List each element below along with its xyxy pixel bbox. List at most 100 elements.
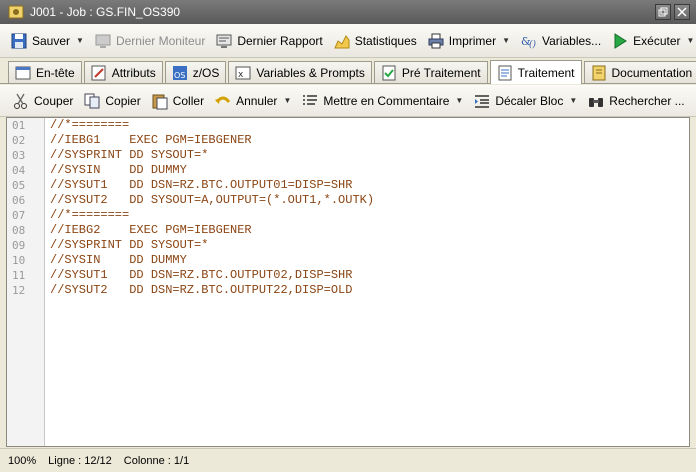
code-line[interactable]: //SYSIN DD DUMMY — [46, 163, 689, 178]
save-button[interactable]: Sauver ▼ — [6, 28, 88, 54]
paste-button[interactable]: Coller — [147, 88, 208, 114]
job-gear-icon — [8, 5, 24, 19]
comment-label: Mettre en Commentaire — [323, 93, 450, 108]
code-line[interactable]: //SYSUT2 DD SYSOUT=A,OUTPUT=(*.OUT1,*.OU… — [46, 193, 689, 208]
tab-zos[interactable]: OS z/OS — [164, 61, 227, 83]
code-line[interactable]: //SYSUT1 DD DSN=RZ.BTC.OUTPUT01=DISP=SHR — [46, 178, 689, 193]
variables-prompts-icon: x — [235, 66, 251, 80]
line-number: 04 — [12, 164, 26, 177]
variables-button[interactable]: &() Variables... — [516, 28, 605, 54]
code-line[interactable]: //*======== — [46, 208, 689, 223]
copy-label: Copier — [105, 93, 141, 108]
undo-button[interactable]: Annuler ▼ — [210, 88, 295, 114]
cut-button[interactable]: Couper — [8, 88, 77, 114]
process-icon — [498, 65, 512, 80]
code-line[interactable]: //SYSPRINT DD SYSOUT=* — [46, 238, 689, 253]
tab-header[interactable]: En-tête — [8, 61, 82, 83]
pre-process-icon — [382, 65, 396, 80]
statistics-icon — [333, 34, 350, 48]
monitor-icon — [95, 34, 111, 48]
chevron-down-icon[interactable]: ▼ — [687, 36, 695, 45]
copy-button[interactable]: Copier — [79, 88, 144, 114]
tab-pre-process-label: Pré Traitement — [401, 65, 481, 80]
chevron-down-icon[interactable]: ▼ — [455, 96, 463, 105]
paste-label: Coller — [172, 93, 205, 108]
close-button[interactable] — [674, 4, 690, 20]
tab-attributes[interactable]: Attributs — [83, 61, 163, 83]
code-line[interactable]: //SYSIN DD DUMMY — [46, 253, 689, 268]
chevron-down-icon[interactable]: ▼ — [569, 96, 577, 105]
print-label: Imprimer — [448, 33, 497, 48]
shift-block-button[interactable]: Décaler Bloc ▼ — [469, 88, 581, 114]
copy-icon — [84, 93, 100, 108]
code-line[interactable]: //IEBG2 EXEC PGM=IEBGENER — [46, 223, 689, 238]
tab-variables-prompts[interactable]: x Variables & Prompts — [228, 61, 372, 83]
last-monitor-button[interactable]: Dernier Moniteur — [90, 28, 209, 54]
tab-zos-label: z/OS — [192, 65, 220, 80]
os-icon: OS — [172, 65, 187, 80]
line-number: 03 — [12, 149, 26, 162]
line-number: 02 — [12, 134, 26, 147]
documentation-icon — [592, 65, 605, 80]
tab-bar: En-tête Attributs OS z/OS x Variables & … — [0, 58, 696, 84]
print-button[interactable]: Imprimer ▼ — [423, 28, 514, 54]
comment-icon — [303, 94, 318, 105]
indent-icon — [475, 94, 490, 108]
window-title: J001 - Job : GS.FIN_OS390 — [30, 5, 181, 19]
statistics-label: Statistiques — [354, 33, 417, 48]
line-indicator: Ligne : 12/12 — [48, 454, 112, 467]
line-number: 07 — [12, 209, 26, 222]
scissors-icon — [14, 93, 27, 109]
tab-pre-process[interactable]: Pré Traitement — [373, 61, 488, 83]
comment-button[interactable]: Mettre en Commentaire ▼ — [297, 88, 467, 114]
edit-toolbar: Couper Copier Coller Annuler ▼ Mettre en… — [0, 85, 696, 117]
tab-variables-prompts-label: Variables & Prompts — [256, 65, 365, 80]
tab-documentation-label: Documentation — [611, 65, 693, 80]
tab-process[interactable]: Traitement — [489, 60, 582, 84]
statistics-button[interactable]: Statistiques — [329, 28, 421, 54]
undo-icon — [215, 96, 231, 104]
code-line[interactable]: //IEBG1 EXEC PGM=IEBGENER — [46, 133, 689, 148]
line-number: 08 — [12, 224, 26, 237]
search-label: Rechercher ... — [609, 93, 685, 108]
last-monitor-label: Dernier Moniteur — [115, 33, 206, 48]
report-icon — [216, 34, 232, 48]
shift-block-label: Décaler Bloc — [495, 93, 564, 108]
tab-documentation[interactable]: Documentation — [583, 61, 696, 83]
column-indicator: Colonne : 1/1 — [123, 454, 190, 467]
svg-text:(): () — [529, 39, 537, 50]
variables-icon: &() — [521, 35, 537, 50]
status-bar: 100% Ligne : 12/12 Colonne : 1/1 — [0, 448, 696, 472]
last-report-button[interactable]: Dernier Rapport — [211, 28, 326, 54]
binoculars-icon — [589, 97, 604, 107]
play-icon — [614, 32, 628, 49]
code-line[interactable]: //*======== — [46, 118, 689, 133]
code-editor[interactable]: 01 02 03 04 05 06 07 08 09 10 11 12 //*=… — [6, 117, 690, 447]
attributes-icon — [91, 65, 106, 80]
svg-text:x: x — [238, 70, 244, 80]
chevron-down-icon[interactable]: ▼ — [502, 36, 510, 45]
code-line[interactable]: //SYSUT1 DD DSN=RZ.BTC.OUTPUT02,DISP=SHR — [46, 268, 689, 283]
chevron-down-icon[interactable]: ▼ — [76, 36, 84, 45]
tab-header-label: En-tête — [36, 65, 75, 80]
undo-label: Annuler — [236, 93, 278, 108]
line-number: 09 — [12, 239, 26, 252]
zoom-level: 100% — [8, 454, 37, 467]
title-bar: J001 - Job : GS.FIN_OS390 — [0, 0, 696, 24]
line-number: 10 — [12, 254, 26, 267]
printer-icon — [428, 33, 444, 48]
line-number: 12 — [12, 284, 26, 297]
header-icon — [15, 66, 31, 79]
save-icon — [11, 33, 27, 48]
execute-label: Exécuter — [633, 33, 681, 48]
code-line[interactable]: //SYSPRINT DD SYSOUT=* — [46, 148, 689, 163]
chevron-down-icon[interactable]: ▼ — [283, 96, 291, 105]
code-line[interactable]: //SYSUT2 DD DSN=RZ.BTC.OUTPUT22,DISP=OLD — [46, 283, 689, 298]
execute-button[interactable]: Exécuter ▼ — [607, 28, 696, 54]
restore-button[interactable] — [655, 4, 671, 20]
close-icon — [677, 7, 687, 17]
line-number: 01 — [12, 119, 26, 132]
code-area[interactable]: //*======== //IEBG1 EXEC PGM=IEBGENER //… — [46, 118, 689, 298]
last-report-label: Dernier Rapport — [237, 33, 323, 48]
search-button[interactable]: Rechercher ... — [583, 88, 688, 114]
